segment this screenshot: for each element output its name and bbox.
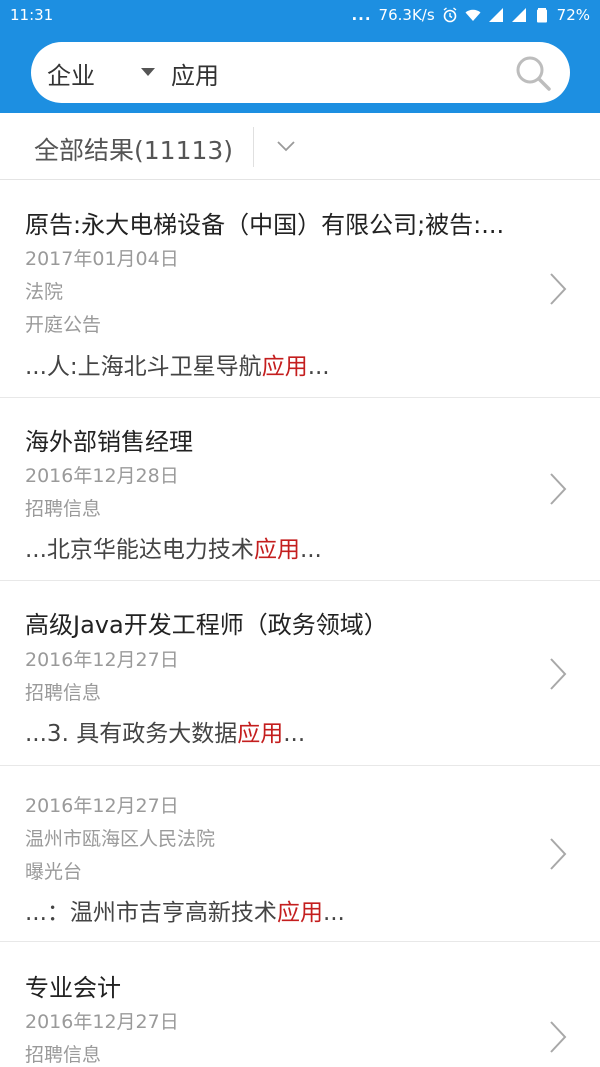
chevron-down-icon[interactable]: [276, 139, 296, 153]
search-category-select[interactable]: 企业: [47, 56, 95, 91]
result-type: 招聘信息: [25, 1044, 102, 1066]
filter-divider: [253, 127, 254, 167]
result-date: 2016年12月27日: [25, 795, 179, 817]
result-type: 招聘信息: [25, 498, 102, 520]
chevron-right-icon[interactable]: [548, 472, 568, 506]
battery-icon: [536, 8, 547, 23]
result-item[interactable]: 高级Java开发工程师（政务领域） 2016年12月27日 招聘信息 ...3.…: [0, 581, 600, 766]
chevron-right-icon[interactable]: [548, 272, 568, 306]
result-filter-bar: 全部结果(11113): [0, 113, 600, 180]
result-count-filter[interactable]: 全部结果(11113): [34, 131, 233, 167]
result-date: 2016年12月27日: [25, 649, 179, 671]
chevron-right-icon[interactable]: [548, 837, 568, 871]
result-date: 2016年12月28日: [25, 465, 179, 487]
result-title: 海外部销售经理: [25, 428, 193, 456]
result-type: 招聘信息: [25, 682, 102, 704]
result-title: 原告:永大电梯设备（中国）有限公司;被告:...: [25, 211, 505, 239]
status-icons: ... 76.3K/s 72%: [351, 6, 590, 24]
result-item[interactable]: 海外部销售经理 2016年12月28日 招聘信息 ...北京华能达电力技术应用.…: [0, 398, 600, 581]
result-title: 专业会计: [25, 974, 121, 1002]
result-item[interactable]: 2016年12月27日 温州市瓯海区人民法院 曝光台 ...：温州市吉亨高新技术…: [0, 766, 600, 942]
app-header: 11:31 ... 76.3K/s 72% 企业 应用: [0, 0, 600, 113]
wifi-icon: [465, 9, 481, 21]
signal-icon-1: [488, 8, 503, 22]
result-item[interactable]: 专业会计 2016年12月27日 招聘信息: [0, 942, 600, 1067]
result-snippet: ...北京华能达电力技术应用...: [25, 537, 322, 563]
result-snippet: ...人:上海北斗卫星导航应用...: [25, 354, 330, 380]
result-date: 2017年01月04日: [25, 248, 179, 270]
result-source: 温州市瓯海区人民法院: [25, 828, 216, 850]
result-title: 高级Java开发工程师（政务领域）: [25, 611, 388, 639]
search-input[interactable]: 应用: [171, 56, 219, 91]
result-type: 开庭公告: [25, 314, 102, 336]
battery-level: 72%: [556, 6, 590, 24]
chevron-right-icon[interactable]: [548, 1020, 568, 1054]
result-snippet: ...：温州市吉亨高新技术应用...: [25, 900, 345, 926]
signal-icon-2: [511, 8, 526, 22]
result-source: 法院: [25, 281, 64, 303]
result-type: 曝光台: [25, 861, 83, 883]
network-speed: 76.3K/s: [378, 6, 435, 24]
result-snippet: ...3. 具有政务大数据应用...: [25, 721, 306, 747]
status-dots: ...: [351, 6, 372, 24]
caret-down-icon[interactable]: [141, 68, 155, 76]
search-icon[interactable]: [514, 54, 552, 92]
chevron-right-icon[interactable]: [548, 657, 568, 691]
status-bar: 11:31 ... 76.3K/s 72%: [0, 0, 600, 32]
search-box[interactable]: 企业 应用: [31, 42, 570, 103]
alarm-icon: [443, 7, 457, 23]
result-date: 2016年12月27日: [25, 1011, 179, 1033]
status-time: 11:31: [10, 6, 54, 24]
result-item[interactable]: 原告:永大电梯设备（中国）有限公司;被告:... 2017年01月04日 法院 …: [0, 181, 600, 398]
